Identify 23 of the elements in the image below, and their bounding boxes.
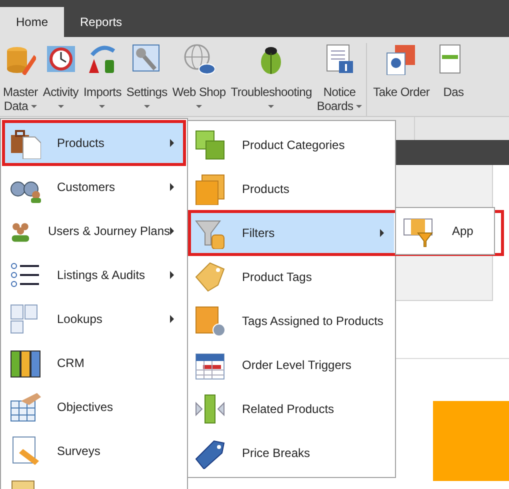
info-board-icon bbox=[324, 43, 356, 75]
ribbon-button[interactable]: Master Data bbox=[1, 43, 40, 115]
squares-icon bbox=[194, 129, 226, 161]
menu-item[interactable]: Filters bbox=[189, 212, 394, 254]
panel-arrows-icon bbox=[194, 393, 226, 425]
tag-icon bbox=[194, 261, 226, 293]
menu-item[interactable]: Products bbox=[4, 122, 184, 164]
ribbon-button[interactable]: Activity bbox=[40, 43, 80, 115]
ribbon-button[interactable]: Troubleshooting bbox=[228, 43, 314, 115]
briefcase-icon bbox=[9, 127, 41, 159]
table-hand-icon bbox=[9, 391, 41, 423]
ribbon-button[interactable]: Notice Boards bbox=[314, 43, 364, 115]
boxes-icon bbox=[194, 173, 226, 205]
ribbon-button[interactable]: Take Order bbox=[371, 43, 432, 115]
globe-icon bbox=[183, 43, 216, 75]
ribbon-button[interactable]: Web Shop bbox=[170, 43, 228, 115]
box-gear-icon bbox=[194, 305, 226, 337]
ribbon-button[interactable]: Das bbox=[436, 43, 472, 115]
tab[interactable]: Home bbox=[0, 7, 64, 37]
ribbon-button[interactable]: Settings bbox=[124, 43, 170, 115]
ribbon-button[interactable]: Imports bbox=[81, 43, 124, 115]
clock-icon bbox=[44, 43, 77, 75]
tab[interactable]: Reports bbox=[64, 7, 138, 37]
